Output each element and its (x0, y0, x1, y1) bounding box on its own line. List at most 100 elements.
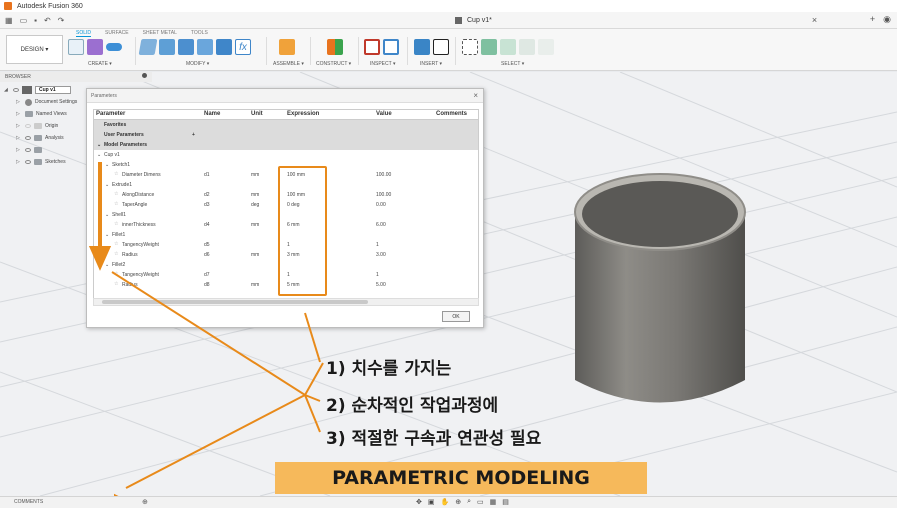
file-icon[interactable]: ▭ (20, 16, 28, 25)
column-header-unit[interactable]: Unit (251, 111, 263, 117)
visibility-icon[interactable] (25, 160, 31, 164)
column-header-expression[interactable]: Expression (287, 111, 319, 117)
create-menu[interactable]: CREATE ▾ (88, 61, 112, 67)
workspace-switcher-button[interactable]: DESIGN ▾ (6, 35, 63, 64)
insert-image-icon[interactable] (414, 39, 430, 55)
redo-icon[interactable]: ↷ (58, 16, 65, 25)
browser-item-root[interactable]: ◢ Cup v1 (4, 84, 90, 96)
expand-icon[interactable]: ▷ (16, 111, 22, 117)
user-icon[interactable]: ◉ (883, 14, 891, 25)
document-tab[interactable]: Cup v1* × (455, 15, 817, 25)
offset-plane-icon[interactable] (327, 39, 343, 55)
favorite-star-icon[interactable]: ☆ (114, 201, 118, 207)
collapse-icon[interactable]: ⌄ (105, 162, 109, 168)
collapse-icon[interactable]: ⌄ (105, 212, 109, 218)
favorite-star-icon[interactable]: ☆ (114, 251, 118, 257)
expand-icon[interactable]: ▷ (16, 159, 22, 165)
selection-filter-icon[interactable] (538, 39, 554, 55)
look-at-icon[interactable]: ▣ (428, 498, 435, 506)
shell-icon[interactable] (197, 39, 213, 55)
scrollbar-thumb[interactable] (102, 300, 368, 304)
favorite-star-icon[interactable]: ☆ (114, 171, 118, 177)
collapse-icon[interactable]: ⌄ (97, 142, 101, 148)
select-icon[interactable] (462, 39, 478, 55)
visibility-icon[interactable] (25, 148, 31, 152)
column-header-value[interactable]: Value (376, 111, 392, 117)
tab-surface[interactable]: SURFACE (105, 30, 129, 37)
browser-item-bodies[interactable]: ▷ (4, 144, 90, 156)
expand-icon[interactable]: ▷ (16, 147, 22, 153)
press-pull-icon[interactable] (138, 39, 158, 55)
column-header-comments[interactable]: Comments (436, 111, 467, 117)
hidden-icon[interactable] (25, 124, 31, 128)
new-tab-icon[interactable]: + (870, 14, 875, 25)
table-row[interactable]: User Parameters + (94, 130, 478, 140)
undo-icon[interactable]: ↶ (44, 16, 51, 25)
horizontal-scrollbar[interactable] (93, 298, 479, 306)
modify-menu[interactable]: MODIFY ▾ (186, 61, 209, 67)
browser-item-analysis[interactable]: ▷ Analysis (4, 132, 90, 144)
inspect-menu[interactable]: INSPECT ▾ (370, 61, 395, 67)
favorite-star-icon[interactable]: ☆ (114, 271, 118, 277)
close-icon[interactable]: × (473, 91, 478, 100)
display-settings-icon[interactable]: ▭ (477, 498, 484, 506)
insert-menu[interactable]: INSERT ▾ (420, 61, 442, 67)
window-select-icon[interactable] (481, 39, 497, 55)
browser-header[interactable]: BROWSER (0, 72, 152, 82)
collapse-icon[interactable]: ⌄ (105, 232, 109, 238)
new-component-icon[interactable] (279, 39, 295, 55)
fit-icon[interactable]: ⌕ (467, 498, 471, 506)
favorite-star-icon[interactable]: ☆ (114, 281, 118, 287)
table-row[interactable]: ⌄ Cup v1 (94, 150, 478, 160)
favorite-star-icon[interactable]: ☆ (114, 241, 118, 247)
tab-solid[interactable]: SOLID (76, 30, 92, 37)
favorite-star-icon[interactable]: ☆ (114, 221, 118, 227)
visibility-icon[interactable] (25, 136, 31, 140)
pin-icon[interactable] (142, 73, 147, 78)
construct-menu[interactable]: CONSTRUCT ▾ (316, 61, 351, 67)
column-header-parameter[interactable]: Parameter (96, 111, 125, 117)
expand-icon[interactable]: ▷ (16, 99, 22, 105)
viewports-icon[interactable]: ▤ (502, 498, 509, 506)
table-row[interactable]: Favorites (94, 120, 478, 130)
zoom-icon[interactable]: ⊕ (455, 498, 461, 506)
assemble-menu[interactable]: ASSEMBLE ▾ (273, 61, 304, 67)
chamfer-icon[interactable] (178, 39, 194, 55)
expand-icon[interactable]: ▷ (16, 135, 22, 141)
measure-icon[interactable] (364, 39, 380, 55)
browser-item-origin[interactable]: ▷ Origin (4, 120, 90, 132)
browser-item-named-views[interactable]: ▷ Named Views (4, 108, 90, 120)
extrude-icon[interactable] (106, 43, 122, 51)
ok-button[interactable]: OK (442, 311, 470, 322)
visibility-icon[interactable] (13, 88, 19, 92)
combine-icon[interactable] (216, 39, 232, 55)
tab-tools[interactable]: TOOLS (191, 30, 208, 37)
form-icon[interactable] (87, 39, 103, 55)
grid-settings-icon[interactable]: ▦ (490, 498, 497, 506)
fillet-icon[interactable] (159, 39, 175, 55)
pan-icon[interactable]: ✋ (441, 498, 450, 506)
collapse-icon[interactable]: ⌄ (97, 152, 101, 158)
new-sketch-icon[interactable] (68, 39, 84, 55)
collapse-icon[interactable]: ⌄ (105, 262, 109, 268)
browser-item-document-settings[interactable]: ▷ Document Settings (4, 96, 90, 108)
favorite-star-icon[interactable]: ☆ (114, 191, 118, 197)
close-icon[interactable]: × (812, 15, 817, 25)
column-header-name[interactable]: Name (204, 111, 220, 117)
paint-select-icon[interactable] (500, 39, 516, 55)
insert-pdf-icon[interactable] (433, 39, 449, 55)
select-through-icon[interactable] (519, 39, 535, 55)
add-comment-icon[interactable]: ⊕ (142, 498, 148, 506)
parameters-fx-icon[interactable]: fx (235, 39, 251, 55)
dialog-title[interactable]: Parameters (87, 89, 483, 103)
table-row[interactable]: ⌄ Model Parameters (94, 140, 478, 150)
select-menu[interactable]: SELECT ▾ (501, 61, 524, 67)
collapse-icon[interactable]: ◢ (4, 87, 10, 93)
add-user-parameter-button[interactable]: + (192, 132, 195, 138)
browser-item-sketches[interactable]: ▷ Sketches (4, 156, 90, 168)
cup-model[interactable] (555, 160, 775, 420)
collapse-icon[interactable]: ⌄ (105, 182, 109, 188)
grid-icon[interactable]: ▦ (5, 16, 13, 25)
section-analysis-icon[interactable] (383, 39, 399, 55)
orbit-icon[interactable]: ✥ (416, 498, 422, 506)
